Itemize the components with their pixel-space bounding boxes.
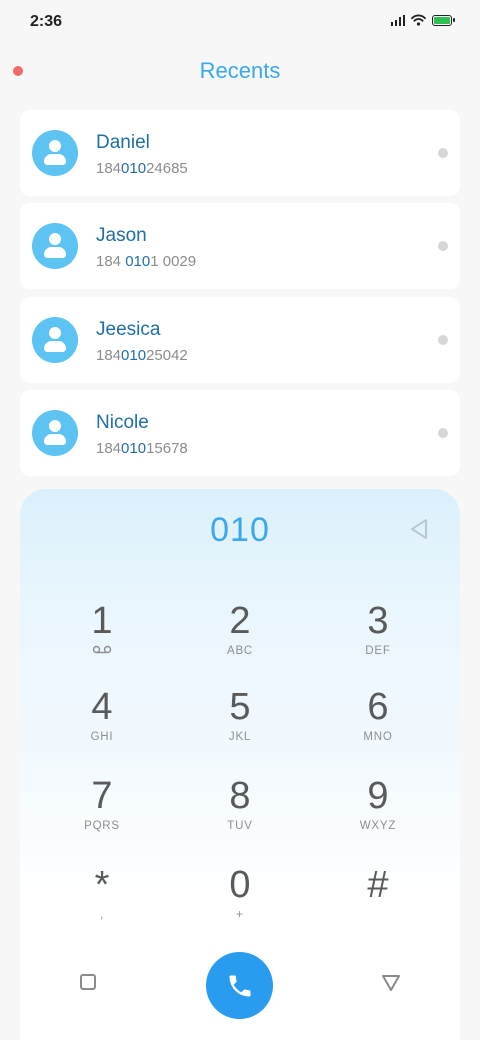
recent-apps-icon[interactable] xyxy=(80,974,96,990)
dial-input[interactable]: 010 xyxy=(20,511,460,550)
key-3[interactable]: 3 DEF xyxy=(318,599,438,677)
key-8[interactable]: 8 TUV xyxy=(180,774,300,852)
contact-name: Jason xyxy=(96,225,147,247)
avatar-person-icon xyxy=(32,409,78,456)
avatar-person-icon xyxy=(32,316,78,363)
contact-item-daniel[interactable]: Daniel 18401024685 xyxy=(20,110,460,196)
voicemail-icon xyxy=(92,645,112,654)
battery-icon xyxy=(432,14,455,26)
status-bar: 2:36 xyxy=(0,0,480,44)
avatar-person-icon xyxy=(32,223,78,270)
contact-number: 18401024685 xyxy=(96,160,188,177)
contact-name: Daniel xyxy=(96,132,150,153)
contact-number: 18401015678 xyxy=(96,439,188,457)
contact-status-dot xyxy=(438,427,448,438)
key-0[interactable]: 0 + xyxy=(180,863,300,941)
phone-icon xyxy=(229,975,250,996)
recents-list: Daniel 18401024685 Jason 184 0101 0029 J… xyxy=(20,110,460,483)
number-match-highlight: 010 xyxy=(121,160,147,177)
key-star[interactable]: * , xyxy=(42,863,162,941)
key-4[interactable]: 4 GHI xyxy=(42,685,162,763)
key-hash[interactable]: # xyxy=(318,863,438,941)
signal-icon xyxy=(390,14,405,26)
contact-item-nicole[interactable]: Nicole 18401015678 xyxy=(20,389,460,476)
contact-status-dot xyxy=(438,148,448,158)
battery-level xyxy=(434,16,450,24)
call-button[interactable] xyxy=(206,952,273,1019)
key-6[interactable]: 6 MNO xyxy=(318,685,438,763)
page-title: Recents xyxy=(199,58,281,83)
avatar-person-icon xyxy=(32,130,78,176)
key-5[interactable]: 5 JKL xyxy=(180,685,300,763)
contact-status-dot xyxy=(438,241,448,252)
contact-number: 184 0101 0029 xyxy=(96,253,197,271)
key-9[interactable]: 9 WXYZ xyxy=(318,774,438,852)
status-icons xyxy=(390,14,455,26)
collapse-dialpad-icon[interactable] xyxy=(381,974,401,992)
number-match-highlight: 010 xyxy=(121,439,147,457)
contact-item-jeesica[interactable]: Jeesica 18401025042 xyxy=(20,296,460,383)
backspace-icon[interactable] xyxy=(408,517,430,541)
number-match-highlight: 010 xyxy=(121,346,147,364)
key-1[interactable]: 1 xyxy=(42,599,162,677)
wifi-icon xyxy=(411,14,426,26)
contact-name: Jeesica xyxy=(96,318,161,340)
key-2[interactable]: 2 ABC xyxy=(180,599,300,677)
contact-number: 18401025042 xyxy=(96,346,188,364)
contact-name: Nicole xyxy=(96,411,149,433)
contact-item-jason[interactable]: Jason 184 0101 0029 xyxy=(20,203,460,290)
contact-status-dot xyxy=(438,334,448,345)
key-7[interactable]: 7 PQRS xyxy=(42,774,162,852)
number-match-highlight: 010 xyxy=(125,253,151,271)
status-time: 2:36 xyxy=(30,13,63,30)
dialer-panel: 010 1 2 ABC 3 DEF 4 GHI 5 JKL 6 MNO 7 PQ… xyxy=(20,489,460,1040)
